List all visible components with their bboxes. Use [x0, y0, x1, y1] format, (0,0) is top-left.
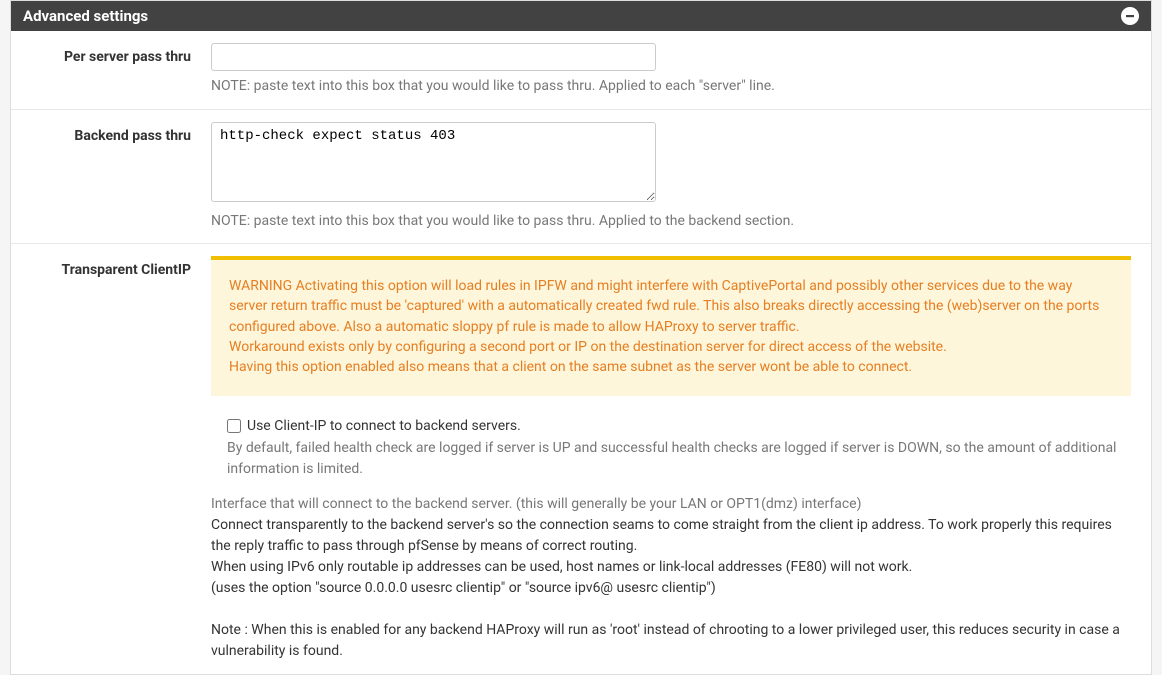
- checkbox-help: By default, failed health check are logg…: [211, 438, 1131, 480]
- collapse-icon[interactable]: [1121, 7, 1139, 25]
- row-backend-passthru: Backend pass thru NOTE: paste text into …: [11, 110, 1151, 245]
- row-transparent-clientip: Transparent ClientIP WARNING Activating …: [11, 244, 1151, 673]
- use-clientip-label[interactable]: Use Client-IP to connect to backend serv…: [247, 418, 521, 434]
- backend-note: NOTE: paste text into this box that you …: [211, 212, 1131, 232]
- per-server-note: NOTE: paste text into this box that you …: [211, 77, 1131, 97]
- desc-p2: When using IPv6 only routable ip address…: [211, 559, 912, 575]
- panel-title: Advanced settings: [23, 7, 148, 25]
- row-per-server-passthru: Per server pass thru NOTE: paste text in…: [11, 31, 1151, 110]
- desc-note: Note : When this is enabled for any back…: [211, 622, 1120, 659]
- label-per-server: Per server pass thru: [11, 43, 211, 97]
- warning-text-1: WARNING Activating this option will load…: [229, 278, 1099, 335]
- warning-text-3: Having this option enabled also means th…: [229, 359, 912, 375]
- backend-textarea[interactable]: [211, 122, 656, 202]
- label-transparent: Transparent ClientIP: [11, 256, 211, 661]
- desc-p1: Connect transparently to the backend ser…: [211, 517, 1112, 554]
- description-block: Interface that will connect to the backe…: [211, 494, 1131, 662]
- warning-text-2: Workaround exists only by configuring a …: [229, 339, 947, 355]
- per-server-input[interactable]: [211, 43, 656, 71]
- use-clientip-checkbox[interactable]: [227, 419, 241, 433]
- desc-interface: Interface that will connect to the backe…: [211, 496, 861, 512]
- panel-header: Advanced settings: [11, 1, 1151, 31]
- warning-alert: WARNING Activating this option will load…: [211, 256, 1131, 395]
- label-backend: Backend pass thru: [11, 122, 211, 232]
- checkbox-row: Use Client-IP to connect to backend serv…: [211, 418, 1131, 434]
- desc-p3: (uses the option "source 0.0.0.0 usesrc …: [211, 580, 716, 596]
- advanced-settings-panel: Advanced settings Per server pass thru N…: [10, 0, 1152, 675]
